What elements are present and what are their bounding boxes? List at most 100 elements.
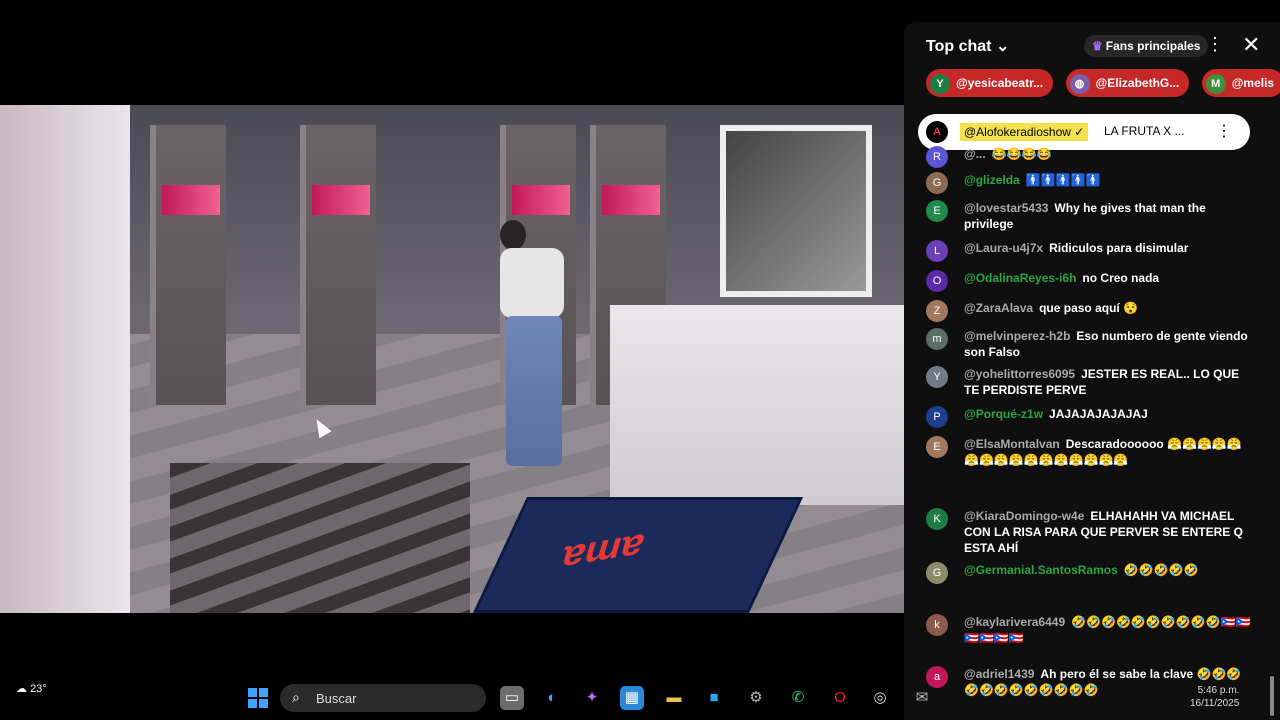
clock-date: 16/11/2025 <box>1190 698 1240 709</box>
scene-stall <box>300 125 376 405</box>
video-frame[interactable]: ama <box>0 105 904 613</box>
chat-message: G @Germanial.SantosRamos 🤣🤣🤣🤣🤣 <box>926 562 1256 584</box>
ticker-bar: Y @yesicabeatr... ◍ @ElizabethG... M @melis <box>926 69 1280 99</box>
pinned-message[interactable]: A @Alofokeradioshow ✓ LA FRUTA X ... ⋮ <box>918 114 1250 150</box>
message-text: 🚹🚹🚹🚹🚹 <box>1025 173 1101 187</box>
edge-icon[interactable]: ◐ <box>540 686 564 710</box>
chat-message: Y @yohelittorres6095 JESTER ES REAL.. LO … <box>926 366 1256 398</box>
avatar[interactable]: P <box>926 406 948 428</box>
chat-message: P @Porqué-z1w JAJAJAJAJAJAJ <box>926 406 1256 428</box>
ticker-item[interactable]: M @melis <box>1201 69 1280 97</box>
message-author[interactable]: @kaylarivera6449 <box>964 615 1065 629</box>
top-chat-label: Top chat <box>926 38 992 55</box>
message-author[interactable]: @melvinperez-h2b <box>964 329 1070 343</box>
fans-button[interactable]: ♛ Fans principales <box>1084 35 1209 57</box>
avatar[interactable]: E <box>926 436 948 458</box>
top-chat-dropdown[interactable]: Top chat ⌄ <box>926 36 1009 56</box>
scene-person <box>480 220 580 475</box>
ticker-item[interactable]: ◍ @ElizabethG... <box>1065 69 1190 97</box>
avatar: ◍ <box>1069 73 1090 94</box>
ticker-item[interactable]: Y @yesicabeatr... <box>926 69 1054 97</box>
chat-message: Z @ZaraAlava que paso aquí 😯 <box>926 300 1256 322</box>
avatar[interactable]: E <box>926 200 948 222</box>
scene-left-wall <box>0 105 130 613</box>
avatar: M <box>1205 73 1226 94</box>
avatar[interactable]: L <box>926 240 948 262</box>
message-text: no Creo nada <box>1082 271 1160 285</box>
avatar: Y <box>930 73 950 94</box>
weather-widget[interactable]: ☁ 23° <box>16 682 47 695</box>
close-icon[interactable]: ✕ <box>1242 32 1260 58</box>
chat-message: K @KiaraDomingo-w4e ELHAHAHH VA MICHAEL C… <box>926 508 1256 556</box>
more-options-icon[interactable]: ⋮ <box>1216 121 1232 141</box>
chat-app-icon[interactable]: ✉ <box>910 686 934 710</box>
search-placeholder: Buscar <box>316 691 357 706</box>
pinned-author: @Alofokeradioshow ✓ <box>960 123 1089 141</box>
message-author[interactable]: @Germanial.SantosRamos <box>964 563 1118 577</box>
whatsapp-icon[interactable]: ✆ <box>786 686 810 710</box>
ticker-name: @yesicabeatr... <box>956 76 1044 90</box>
temperature: 23° <box>30 683 47 695</box>
chat-message: m @melvinperez-h2b Eso numbero de gente v… <box>926 328 1256 360</box>
avatar[interactable]: G <box>926 562 948 584</box>
message-text: que paso aquí 😯 <box>1039 301 1139 315</box>
message-author[interactable]: @ElsaMontalvan <box>964 437 1060 451</box>
rug-text: ama <box>555 524 650 580</box>
start-button[interactable] <box>248 688 268 708</box>
channel-logo-icon: A <box>926 121 948 143</box>
avatar[interactable]: O <box>926 270 948 292</box>
scene-vanity <box>610 305 904 505</box>
copilot-icon[interactable]: ✦ <box>580 686 604 710</box>
scene-rug: ama <box>472 497 804 613</box>
pinned-text: LA FRUTA X ... <box>1104 124 1185 138</box>
app-icon[interactable]: ■ <box>702 686 726 710</box>
scene-mirror <box>720 125 872 297</box>
chat-message: R @... 😂😂😂😂 <box>926 146 1256 168</box>
message-author[interactable]: @KiaraDomingo-w4e <box>964 509 1084 523</box>
message-author[interactable]: @OdalinaReyes-i6h <box>964 271 1076 285</box>
opera-icon[interactable]: O <box>828 686 852 710</box>
chat-message: E @lovestar5433 Why he gives that man the… <box>926 200 1256 232</box>
search-box[interactable]: ⌕ Buscar <box>280 684 486 712</box>
ticker-name: @ElizabethG... <box>1095 76 1180 90</box>
message-author[interactable]: @ZaraAlava <box>964 301 1033 315</box>
message-author[interactable]: @glizelda <box>964 173 1020 187</box>
video-player[interactable]: ama <box>0 0 904 720</box>
scene-stall <box>150 125 226 405</box>
store-icon[interactable]: ▦ <box>620 686 644 710</box>
chat-message: G @glizelda 🚹🚹🚹🚹🚹 <box>926 172 1256 194</box>
message-author[interactable]: @Laura-u4j7x <box>964 241 1043 255</box>
obs-icon[interactable]: ◎ <box>868 686 892 710</box>
message-text: 🤣🤣🤣🤣🤣 <box>1123 563 1199 577</box>
message-text: Ridiculos para disimular <box>1049 241 1189 255</box>
cloud-icon: ☁ <box>16 683 27 695</box>
folder-icon[interactable]: ▬ <box>662 686 686 710</box>
task-view-icon[interactable]: ▭ <box>500 686 524 710</box>
message-text: 😂😂😂😂 <box>991 147 1052 161</box>
chat-header: Top chat ⌄ ♛ Fans principales ⋮ ✕ <box>904 22 1280 70</box>
chat-message: E @ElsaMontalvan Descaradoooooo 😤😤😤😤😤😤😤😤😤… <box>926 436 1256 468</box>
avatar[interactable]: m <box>926 328 948 350</box>
avatar[interactable]: Y <box>926 366 948 388</box>
search-icon: ⌕ <box>292 689 300 705</box>
message-author[interactable]: @yohelittorres6095 <box>964 367 1075 381</box>
avatar[interactable]: K <box>926 508 948 530</box>
avatar[interactable]: G <box>926 172 948 194</box>
more-options-icon[interactable]: ⋮ <box>1206 34 1224 55</box>
crown-icon: ♛ <box>1092 39 1103 53</box>
message-text: JAJAJAJAJAJAJ <box>1049 407 1148 421</box>
settings-icon[interactable]: ⚙ <box>744 686 768 710</box>
avatar[interactable]: Z <box>926 300 948 322</box>
chevron-down-icon: ⌄ <box>995 38 1010 55</box>
fans-label: Fans principales <box>1105 39 1201 53</box>
clock-time: 5:46 p.m. <box>1197 685 1240 696</box>
ticker-name: @melis <box>1231 76 1275 90</box>
message-author[interactable]: @Porqué-z1w <box>964 407 1043 421</box>
message-author[interactable]: @... <box>964 147 986 161</box>
avatar[interactable]: R <box>926 146 948 168</box>
scene-stairs <box>170 463 470 613</box>
chat-message: L @Laura-u4j7x Ridiculos para disimular <box>926 240 1256 262</box>
system-tray[interactable]: 5:46 p.m. 16/11/2025 <box>1190 684 1239 710</box>
message-author[interactable]: @lovestar5433 <box>964 201 1048 215</box>
avatar[interactable]: k <box>926 614 948 636</box>
